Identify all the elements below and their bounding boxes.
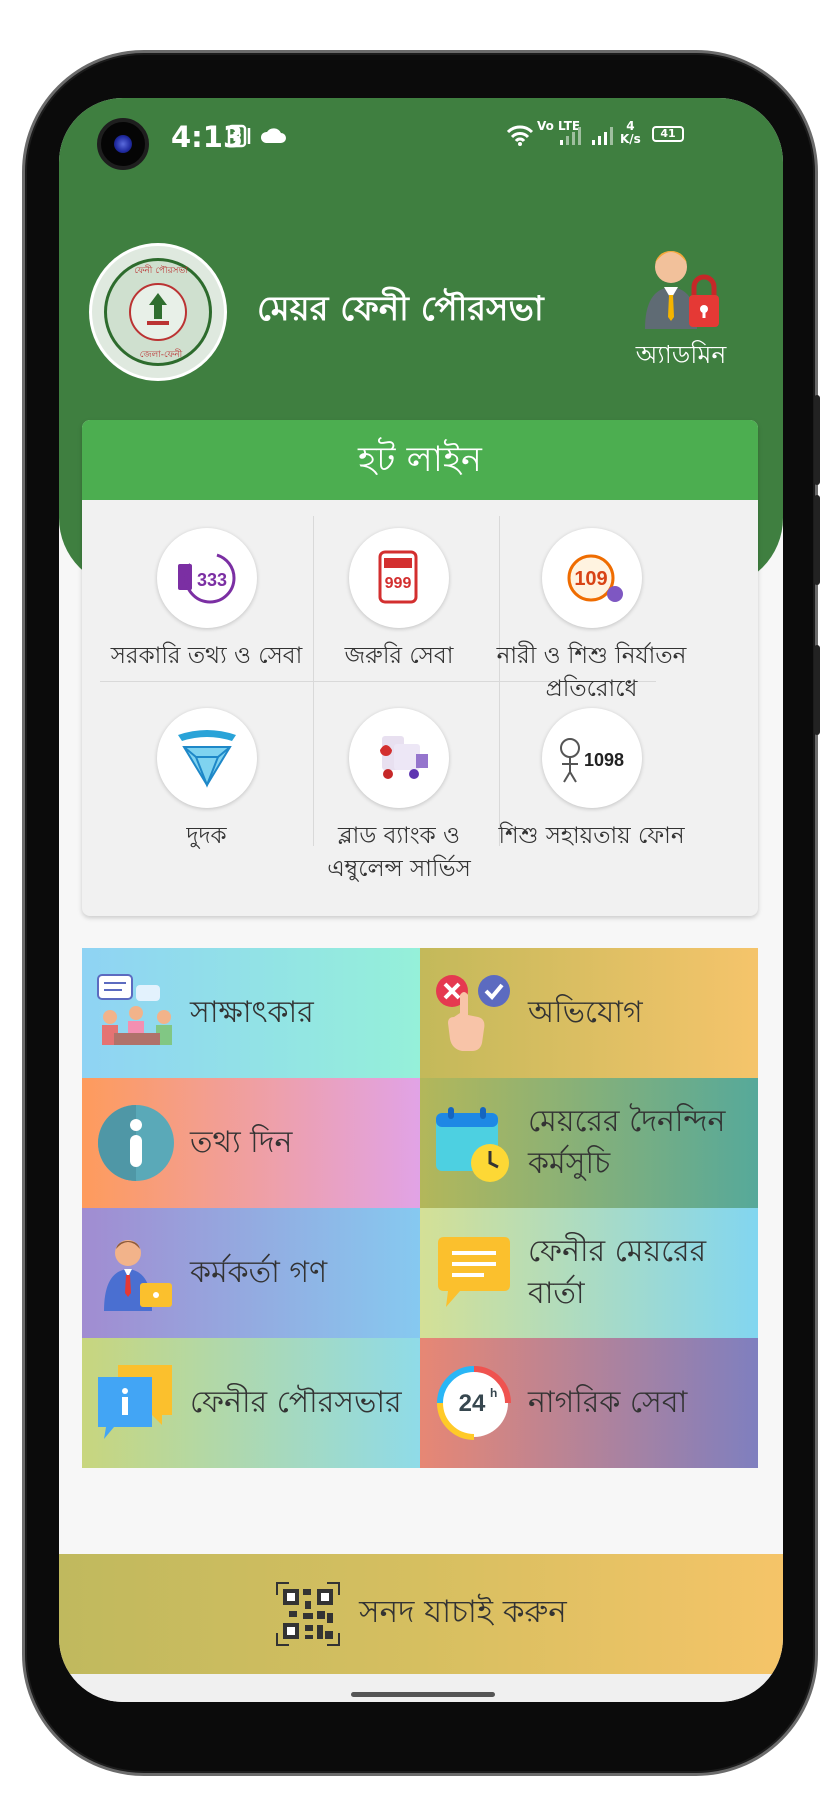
officer-icon: [96, 1233, 176, 1313]
1098-icon: 1098: [541, 708, 642, 808]
message-icon: [434, 1233, 514, 1313]
admin-label: অ্যাডমিন: [635, 340, 727, 369]
camera-icon: [97, 118, 149, 170]
info-icon: [96, 1103, 176, 1183]
logo-emblem-icon: [147, 293, 169, 325]
admin-button[interactable]: অ্যাডমিন: [609, 243, 753, 378]
hotline-item-109[interactable]: 109 নারী ও শিশু নির্যাতন প্রতিরোধে: [485, 516, 698, 706]
menu-tile-label: সাক্ষাৎকার: [190, 995, 314, 1030]
menu-tile-label: ফেনীর পৌরসভার: [190, 1385, 402, 1420]
volume-button: [814, 395, 820, 485]
hotline-label: ব্লাড ব্যাংক ও এম্বুলেন্স সার্ভিস: [327, 823, 471, 882]
admin-lock-icon: [631, 243, 731, 333]
volume-button: [814, 495, 820, 585]
menu-tile-citizen-service[interactable]: 24 h নাগরিক সেবা: [420, 1338, 758, 1468]
svg-text:109: 109: [574, 568, 607, 590]
menu-tile-label: নাগরিক সেবা: [528, 1385, 688, 1420]
menu-tile-label: কর্মকর্তা গণ: [190, 1255, 328, 1290]
logo-text-top: ফেনী পৌরসভা: [134, 266, 188, 276]
hotline-label: সরকারি তথ্য ও সেবা: [110, 643, 303, 669]
home-indicator[interactable]: [351, 1692, 495, 1697]
menu-tile-label: তথ্য দিন: [190, 1125, 293, 1160]
menu-tile-interview[interactable]: সাক্ষাৎকার: [82, 948, 420, 1078]
hotline-label: দুদক: [186, 823, 227, 849]
menu-tile-label: অভিযোগ: [528, 995, 643, 1030]
logo-text-bottom: জেলা-ফেনী: [139, 350, 183, 360]
menu-tile-label: ফেনীর মেয়রের বার্তা: [528, 1234, 707, 1311]
main-menu-grid: সাক্ষাৎকার অভিযোগ তথ্য দিন মেয়রের দৈনন্…: [82, 948, 758, 1468]
app-notification-icon: P: [227, 124, 251, 148]
svg-text:h: h: [490, 1386, 497, 1400]
109-icon: 109: [541, 528, 642, 628]
hotline-grid: 333 সরকারি তথ্য ও সেবা 999 জরুরি সেবা 10…: [100, 516, 740, 896]
acc-diamond-icon: [156, 708, 257, 808]
svg-text:P: P: [233, 129, 242, 144]
power-button: [814, 645, 820, 735]
999-icon: 999: [349, 528, 449, 628]
municipality-logo: ফেনী পৌরসভা জেলা-ফেনী: [89, 243, 227, 381]
hotline-label: শিশু সহায়তায় ফোন: [498, 823, 685, 849]
complaint-icon: [434, 973, 514, 1053]
app-title: মেয়র ফেনী পৌরসভা: [257, 289, 544, 329]
hotline-title: হট লাইন: [82, 420, 758, 500]
menu-tile-mayor-schedule[interactable]: মেয়রের দৈনন্দিন কর্মসুচি: [420, 1078, 758, 1208]
info-chat-icon: [96, 1363, 176, 1443]
certificate-verify-label: সনদ যাচাই করুন: [359, 1594, 567, 1630]
menu-tile-complaint[interactable]: অভিযোগ: [420, 948, 758, 1078]
network-speed-unit: K/s: [620, 132, 641, 146]
333-icon: 333: [156, 528, 257, 628]
calendar-clock-icon: [434, 1103, 514, 1183]
menu-tile-mayor-message[interactable]: ফেনীর মেয়রের বার্তা: [420, 1208, 758, 1338]
wifi-icon: [506, 125, 534, 146]
menu-tile-officers[interactable]: কর্মকর্তা গণ: [82, 1208, 420, 1338]
signal-icon: [560, 127, 581, 145]
qr-code-icon: [276, 1582, 341, 1646]
svg-text:333: 333: [196, 570, 226, 590]
blood-ambulance-icon: [349, 708, 449, 808]
hotline-item-dudok[interactable]: দুদক: [100, 696, 313, 886]
battery-icon: 41: [652, 126, 684, 142]
svg-text:24: 24: [459, 1390, 486, 1417]
svg-text:1098: 1098: [583, 750, 623, 770]
status-bar: 4:13 P Vo LTE 4 K/s 41: [59, 98, 783, 170]
cloud-icon: [260, 128, 286, 143]
signal-icon: [592, 127, 613, 145]
hotline-item-999[interactable]: 999 জরুরি সেবা: [299, 516, 499, 706]
menu-tile-give-info[interactable]: তথ্য দিন: [82, 1078, 420, 1208]
hotline-label: জরুরি সেবা: [344, 643, 454, 669]
network-speed: 4 K/s: [620, 120, 641, 146]
hotline-item-333[interactable]: 333 সরকারি তথ্য ও সেবা: [100, 516, 313, 706]
menu-tile-label: মেয়রের দৈনন্দিন কর্মসুচি: [528, 1104, 726, 1181]
battery-level: 41: [660, 127, 676, 140]
24h-icon: 24 h: [434, 1363, 514, 1443]
svg-text:999: 999: [385, 575, 412, 592]
menu-tile-municipality[interactable]: ফেনীর পৌরসভার: [82, 1338, 420, 1468]
app-header: ফেনী পৌরসভা জেলা-ফেনী মেয়র ফেনী পৌরসভা: [89, 243, 753, 383]
app-screen: 4:13 P Vo LTE 4 K/s 41 ফেনী পৌরসভা জেলা-…: [59, 98, 783, 1702]
hotline-item-blood-ambulance[interactable]: ব্লাড ব্যাংক ও এম্বুলেন্স সার্ভিস: [299, 696, 499, 886]
certificate-verify-button[interactable]: সনদ যাচাই করুন: [59, 1554, 783, 1674]
navigation-bar: [59, 1674, 783, 1702]
hotline-item-1098[interactable]: 1098 শিশু সহায়তায় ফোন: [485, 696, 698, 886]
meeting-icon: [96, 973, 176, 1053]
hotline-card: হট লাইন 333 সরকারি তথ্য ও সেবা 999 জরুরি…: [82, 420, 758, 916]
